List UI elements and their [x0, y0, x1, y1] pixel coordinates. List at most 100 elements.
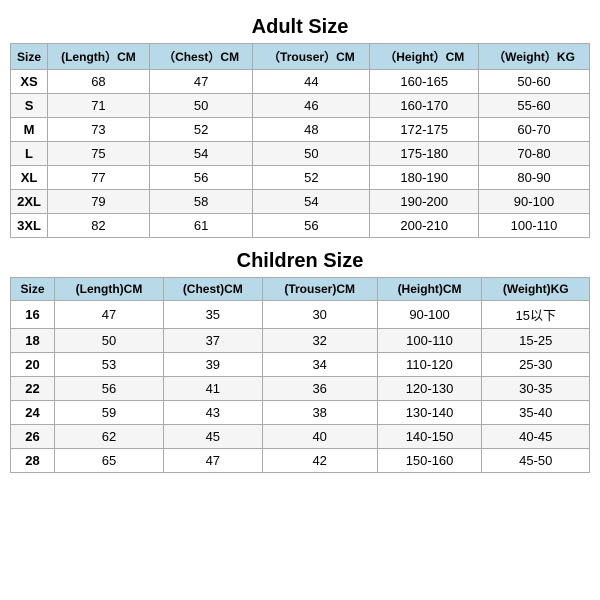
adult-header-cell: （Chest）CM [149, 44, 253, 70]
table-cell: 37 [163, 329, 262, 353]
adult-header-cell: (Length）CM [48, 44, 150, 70]
table-cell: 62 [55, 425, 164, 449]
table-cell: 56 [55, 377, 164, 401]
table-cell: 58 [149, 190, 253, 214]
table-cell: L [11, 142, 48, 166]
table-cell: 60-70 [479, 118, 590, 142]
table-row: XL775652180-19080-90 [11, 166, 590, 190]
table-cell: 70-80 [479, 142, 590, 166]
children-header-cell: Size [11, 278, 55, 301]
table-cell: 35 [163, 301, 262, 329]
table-cell: 22 [11, 377, 55, 401]
table-cell: 54 [149, 142, 253, 166]
table-row: M735248172-17560-70 [11, 118, 590, 142]
table-cell: 79 [48, 190, 150, 214]
table-row: 1647353090-10015以下 [11, 301, 590, 329]
table-cell: 45 [163, 425, 262, 449]
table-cell: 47 [163, 449, 262, 473]
table-cell: 90-100 [377, 301, 482, 329]
table-cell: 2XL [11, 190, 48, 214]
table-cell: 24 [11, 401, 55, 425]
table-cell: 77 [48, 166, 150, 190]
adult-table-body: XS684744160-16550-60S715046160-17055-60M… [11, 70, 590, 238]
table-row: 18503732100-11015-25 [11, 329, 590, 353]
adult-size-title: Adult Size [10, 10, 590, 43]
table-cell: 190-200 [370, 190, 479, 214]
table-cell: 46 [253, 94, 370, 118]
table-cell: 40 [262, 425, 377, 449]
table-cell: 25-30 [482, 353, 590, 377]
table-cell: 73 [48, 118, 150, 142]
children-table-body: 1647353090-10015以下18503732100-11015-2520… [11, 301, 590, 473]
table-cell: 52 [253, 166, 370, 190]
table-cell: 50-60 [479, 70, 590, 94]
table-cell: 61 [149, 214, 253, 238]
table-row: XS684744160-16550-60 [11, 70, 590, 94]
table-cell: 47 [55, 301, 164, 329]
table-cell: 75 [48, 142, 150, 166]
table-cell: 59 [55, 401, 164, 425]
table-cell: 80-90 [479, 166, 590, 190]
table-cell: 140-150 [377, 425, 482, 449]
table-row: 26624540140-15040-45 [11, 425, 590, 449]
table-cell: 50 [253, 142, 370, 166]
children-table-header: Size(Length)CM(Chest)CM(Trouser)CM(Heigh… [11, 278, 590, 301]
table-cell: XL [11, 166, 48, 190]
table-cell: 53 [55, 353, 164, 377]
table-cell: 30-35 [482, 377, 590, 401]
table-cell: 26 [11, 425, 55, 449]
table-cell: 56 [149, 166, 253, 190]
table-cell: 130-140 [377, 401, 482, 425]
table-cell: 48 [253, 118, 370, 142]
table-cell: 150-160 [377, 449, 482, 473]
table-row: S715046160-17055-60 [11, 94, 590, 118]
table-cell: 15以下 [482, 301, 590, 329]
adult-header-cell: （Trouser）CM [253, 44, 370, 70]
adult-header-cell: （Height）CM [370, 44, 479, 70]
table-cell: 44 [253, 70, 370, 94]
table-cell: 38 [262, 401, 377, 425]
table-cell: 43 [163, 401, 262, 425]
table-cell: 47 [149, 70, 253, 94]
children-header-cell: (Chest)CM [163, 278, 262, 301]
table-cell: 52 [149, 118, 253, 142]
children-size-title: Children Size [10, 244, 590, 277]
table-cell: 39 [163, 353, 262, 377]
table-cell: 50 [55, 329, 164, 353]
size-chart-container: Adult Size Size(Length）CM（Chest）CM（Trous… [10, 10, 590, 479]
table-cell: 36 [262, 377, 377, 401]
table-row: 2XL795854190-20090-100 [11, 190, 590, 214]
table-cell: 35-40 [482, 401, 590, 425]
table-cell: 15-25 [482, 329, 590, 353]
table-cell: 120-130 [377, 377, 482, 401]
table-cell: 56 [253, 214, 370, 238]
table-cell: 110-120 [377, 353, 482, 377]
table-cell: 55-60 [479, 94, 590, 118]
table-cell: 32 [262, 329, 377, 353]
table-row: 28654742150-16045-50 [11, 449, 590, 473]
table-cell: 45-50 [482, 449, 590, 473]
table-cell: 50 [149, 94, 253, 118]
table-cell: 65 [55, 449, 164, 473]
adult-size-table: Size(Length）CM（Chest）CM（Trouser）CM（Heigh… [10, 43, 590, 238]
table-cell: 180-190 [370, 166, 479, 190]
table-row: 3XL826156200-210100-110 [11, 214, 590, 238]
adult-header-row: Size(Length）CM（Chest）CM（Trouser）CM（Heigh… [11, 44, 590, 70]
table-row: 22564136120-13030-35 [11, 377, 590, 401]
table-cell: 42 [262, 449, 377, 473]
table-cell: 90-100 [479, 190, 590, 214]
table-cell: 41 [163, 377, 262, 401]
table-cell: 160-165 [370, 70, 479, 94]
table-cell: 34 [262, 353, 377, 377]
table-row: L755450175-18070-80 [11, 142, 590, 166]
table-cell: 100-110 [479, 214, 590, 238]
table-cell: 16 [11, 301, 55, 329]
table-cell: 40-45 [482, 425, 590, 449]
children-size-table: Size(Length)CM(Chest)CM(Trouser)CM(Heigh… [10, 277, 590, 473]
table-cell: 71 [48, 94, 150, 118]
table-cell: 20 [11, 353, 55, 377]
children-header-row: Size(Length)CM(Chest)CM(Trouser)CM(Heigh… [11, 278, 590, 301]
children-header-cell: (Height)CM [377, 278, 482, 301]
table-cell: 100-110 [377, 329, 482, 353]
table-cell: 54 [253, 190, 370, 214]
